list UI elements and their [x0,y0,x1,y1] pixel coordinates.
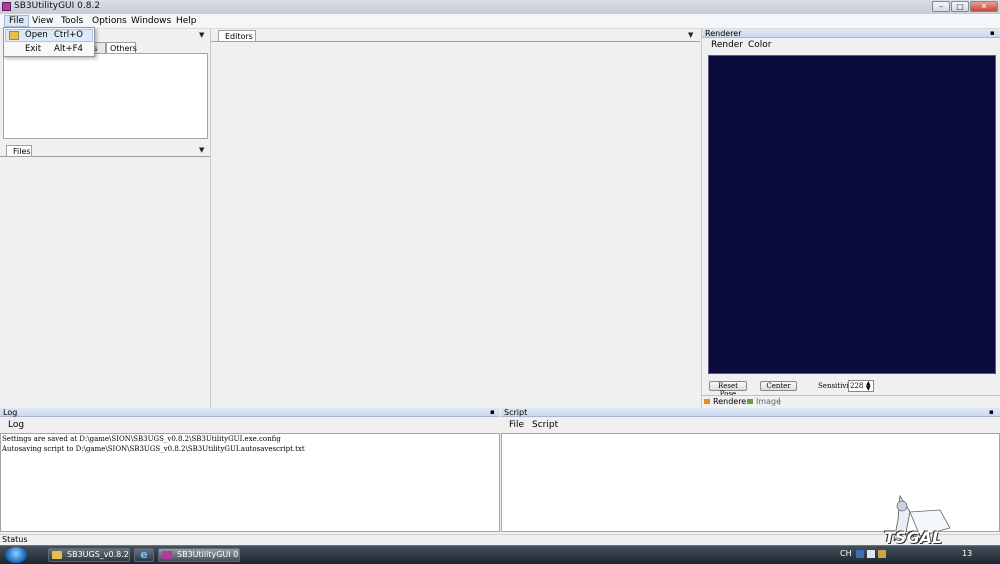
exit-label: Exit [25,44,42,54]
render-canvas[interactable] [708,55,996,374]
script-title: Script [504,408,528,417]
left-panel: ▼ ss Others Files ▼ [0,29,211,407]
tray-icon[interactable] [878,550,886,558]
tray-icon[interactable] [856,550,864,558]
renderer-tab-icon [704,399,710,404]
chevron-down-icon[interactable]: ▼ [199,146,204,154]
script-header: Script ▪ [501,408,1000,417]
title-bar: SB3UtilityGUI 0.8.2 – □ ✕ [0,0,1000,15]
tray-icons[interactable] [856,550,906,559]
browser-icon: e [140,548,148,561]
menu-open-item[interactable]: Open Ctrl+O [5,29,93,42]
left-list-box[interactable] [3,53,208,139]
tab-separator: | [778,396,781,405]
close-button[interactable]: ✕ [970,1,998,12]
log-menu-log[interactable]: Log [4,419,28,431]
clock[interactable]: 13 [962,549,972,558]
app-icon [162,551,172,559]
menu-file[interactable]: File [4,15,30,27]
log-line: Autosaving script to D:\game\SION\SB3UGS… [2,445,305,453]
log-panel: Log ▪ Log Settings are saved at D:\game\… [0,408,500,533]
renderer-header: Renderer ▪ [702,29,1000,38]
pin-icon[interactable]: ▪ [490,408,495,417]
menu-options[interactable]: Options [88,15,131,27]
taskbar-item-folder[interactable]: SB3UGS_v0.8.2 [48,548,130,562]
language-indicator[interactable]: CH [840,549,852,558]
sensitivity-value: 228 [850,382,864,390]
menu-tools[interactable]: Tools [57,15,87,27]
renderer-title: Renderer [705,29,742,38]
menu-bar: File View Tools Options Windows Help [0,14,1000,29]
reset-pose-button[interactable]: Reset Pose [709,381,747,398]
chevron-down-icon[interactable]: ▼ [688,31,693,39]
editors-tabstrip: Editors ▼ [211,29,700,42]
taskbar: SB3UGS_v0.8.2 e SB3UtilityGUI 0... CH 13 [0,545,1000,564]
folder-icon [52,551,62,559]
status-text: Status [2,535,28,544]
editors-panel: Editors ▼ [211,29,702,407]
tab-others[interactable]: Others [106,42,137,53]
taskbar-item-label: SB3UGS_v0.8.2 [67,550,129,559]
exit-shortcut: Alt+F4 [54,44,83,54]
taskbar-item-app[interactable]: SB3UtilityGUI 0... [158,548,240,562]
watermark-logo: TSGAL [880,492,980,547]
tab-editors[interactable]: Editors [218,30,256,41]
menu-windows[interactable]: Windows [127,15,175,27]
taskbar-item-browser[interactable]: e [134,548,154,562]
log-title: Log [3,408,18,417]
pin-icon[interactable]: ▪ [989,408,994,417]
tab-renderer[interactable]: Renderer [713,397,750,406]
menu-help[interactable]: Help [172,15,201,27]
open-label: Open [25,30,48,40]
minimize-button[interactable]: – [932,1,950,12]
file-dropdown-menu: Open Ctrl+O Exit Alt+F4 [3,27,95,57]
menu-exit-item[interactable]: Exit Alt+F4 [5,43,93,56]
stepper-down-icon[interactable]: ▼ [866,385,871,392]
image-tab-icon [747,399,753,404]
log-textbox[interactable]: Settings are saved at D:\game\SION\SB3UG… [0,433,500,532]
open-shortcut: Ctrl+O [54,30,83,40]
tray-icon[interactable] [867,550,875,558]
chevron-down-icon[interactable]: ▼ [199,31,204,39]
menu-view[interactable]: View [28,15,57,27]
renderer-panel: Renderer ▪ Render Color Reset Pose Cente… [702,29,1000,407]
sensitivity-stepper[interactable]: 228 ▲ ▼ [848,380,874,392]
renderer-bottom-tabs: Renderer Image | [702,395,1000,407]
maximize-button[interactable]: □ [951,1,969,12]
files-tabstrip: Files ▼ [0,144,210,157]
script-menu-file[interactable]: File [505,419,528,431]
log-line: Settings are saved at D:\game\SION\SB3UG… [2,435,281,443]
app-icon [2,2,11,11]
taskbar-item-label: SB3UtilityGUI 0... [177,550,240,559]
renderer-menu-render[interactable]: Render [707,39,747,51]
folder-icon [9,31,19,40]
pin-icon[interactable]: ▪ [990,29,995,38]
renderer-menu-color[interactable]: Color [744,39,776,51]
window-title: SB3UtilityGUI 0.8.2 [14,1,101,11]
start-button[interactable] [5,547,27,563]
center-button[interactable]: Center [760,381,797,391]
tab-files[interactable]: Files [6,145,32,156]
script-menu-script[interactable]: Script [528,419,562,431]
log-header: Log ▪ [0,408,500,417]
